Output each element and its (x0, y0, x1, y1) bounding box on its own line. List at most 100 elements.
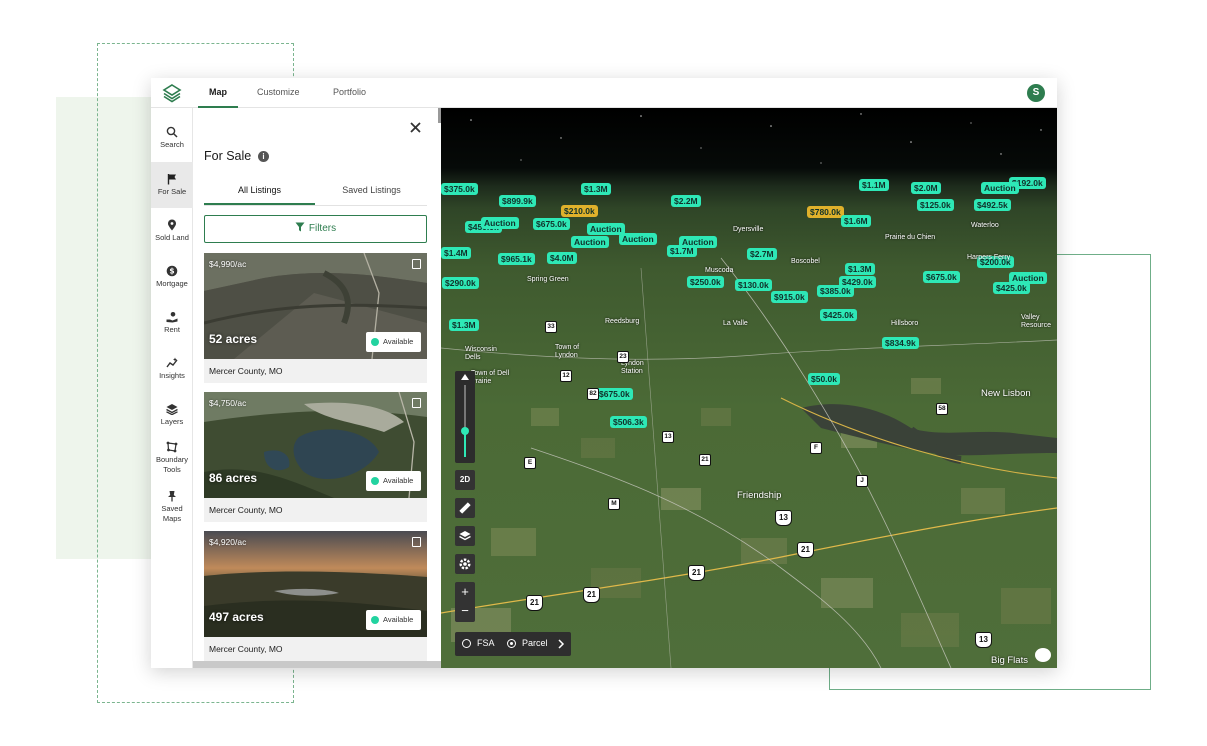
price-tag[interactable]: $1.4M (441, 247, 471, 259)
listing-acres: 86 acres (209, 471, 258, 485)
price-tag[interactable]: $210.0k (561, 205, 598, 217)
nav-item-label: Search (160, 140, 184, 149)
parcel-label: Parcel (522, 638, 548, 648)
nav-item-label: Boundary Tools (155, 455, 189, 474)
price-tag[interactable]: $1.3M (449, 319, 479, 331)
nav-item-boundary-tools[interactable]: Boundary Tools (151, 441, 193, 475)
measure-button[interactable] (455, 498, 475, 518)
base-layer-selector: FSA Parcel (455, 632, 571, 656)
close-panel-button[interactable] (409, 119, 422, 137)
view-mode-2d-button[interactable]: 2D (455, 470, 475, 490)
chat-bubble-icon[interactable] (1035, 648, 1051, 662)
price-tag[interactable]: $675.0k (923, 271, 960, 283)
price-tag[interactable]: $2.2M (671, 195, 701, 207)
auction-tag[interactable]: Auction (679, 236, 717, 248)
user-avatar[interactable]: S (1027, 84, 1045, 102)
auction-tag[interactable]: Auction (981, 182, 1019, 194)
filters-button[interactable]: Filters (204, 215, 427, 243)
price-tag[interactable]: $965.1k (498, 253, 535, 265)
tab-portfolio[interactable]: Portfolio (333, 78, 366, 108)
top-bar: Map Customize Portfolio S (151, 78, 1057, 108)
price-tag[interactable]: $1.3M (845, 263, 875, 275)
price-tag[interactable]: $2.0M (911, 182, 941, 194)
flag-icon (167, 174, 176, 185)
nav-item-sold-land[interactable]: Sold Land (151, 219, 193, 242)
filters-label: Filters (308, 223, 337, 234)
town-label: Spring Green (527, 276, 569, 283)
town-label: La Valle (723, 320, 748, 327)
status-label: Available (383, 337, 414, 346)
nav-item-rent[interactable]: Rent (151, 311, 193, 334)
price-tag[interactable]: $2.7M (747, 248, 777, 260)
nav-item-label: Mortgage (156, 279, 188, 288)
nav-item-insights[interactable]: Insights (151, 357, 193, 380)
price-tag[interactable]: $290.0k (442, 277, 479, 289)
price-tag[interactable]: $385.0k (817, 285, 854, 297)
save-listing-icon[interactable] (412, 259, 421, 269)
tilt-slider-track (461, 374, 469, 457)
panel-title: For Sale (204, 149, 252, 163)
route-shield: J (856, 475, 868, 487)
price-tag[interactable]: $834.9k (882, 337, 919, 349)
price-tag[interactable]: $375.0k (441, 183, 478, 195)
map-view[interactable]: $375.0k $1.3M $1.1M $2.0M $192.0k $899.9… (441, 108, 1057, 668)
route-shield: 21 (526, 595, 543, 611)
town-label: Town of Dell Prairie (471, 370, 510, 385)
price-tag[interactable]: $492.5k (974, 199, 1011, 211)
price-tag[interactable]: $1.6M (841, 215, 871, 227)
auction-tag[interactable]: Auction (481, 217, 519, 229)
auction-tag[interactable]: Auction (1009, 272, 1047, 284)
price-tag[interactable]: $125.0k (917, 199, 954, 211)
auction-tag[interactable]: Auction (619, 233, 657, 245)
town-label: Muscoda (705, 267, 734, 274)
tab-all-listings[interactable]: All Listings (204, 184, 315, 205)
nav-item-for-sale[interactable]: For Sale (151, 162, 193, 208)
price-tag[interactable]: $915.0k (771, 291, 808, 303)
price-tag[interactable]: $130.0k (735, 279, 772, 291)
tab-map[interactable]: Map (198, 78, 238, 108)
price-tag[interactable]: $1.3M (581, 183, 611, 195)
listing-photo: $4,920/ac 497 acres Available (204, 531, 427, 637)
map-layers-button[interactable] (455, 526, 475, 546)
auction-tag[interactable]: Auction (571, 236, 609, 248)
price-tag[interactable]: $4.0M (547, 252, 577, 264)
tab-customize[interactable]: Customize (257, 78, 300, 108)
tab-saved-listings[interactable]: Saved Listings (316, 184, 427, 205)
nav-item-layers[interactable]: Layers (151, 403, 193, 426)
price-tag[interactable]: $899.9k (499, 195, 536, 207)
listing-card[interactable]: $4,990/ac 52 acres Available Mercer Coun… (204, 253, 427, 383)
price-tag[interactable]: $675.0k (596, 388, 633, 400)
price-tag[interactable]: $1.1M (859, 179, 889, 191)
town-label: Wisconsin Dells (465, 346, 497, 361)
nav-item-mortgage[interactable]: $ Mortgage (151, 265, 193, 288)
save-listing-icon[interactable] (412, 398, 421, 408)
zoom-out-button[interactable]: − (455, 602, 475, 622)
parcel-radio[interactable] (507, 639, 516, 648)
town-label: Prairie du Chien (885, 234, 936, 241)
zoom-in-button[interactable]: + (455, 582, 475, 602)
chevron-right-icon[interactable] (557, 639, 565, 649)
route-shield: M (608, 498, 620, 510)
nav-item-saved-maps[interactable]: Saved Maps (151, 490, 193, 524)
search-icon (166, 126, 178, 138)
listing-price: $4,750/ac (209, 398, 247, 408)
price-tag[interactable]: $50.0k (808, 373, 840, 385)
fsa-radio[interactable] (462, 639, 471, 648)
price-tag[interactable]: $250.0k (687, 276, 724, 288)
price-tag[interactable]: $780.0k (807, 206, 844, 218)
save-listing-icon[interactable] (412, 537, 421, 547)
price-tag[interactable]: $506.3k (610, 416, 647, 428)
listing-card[interactable]: $4,750/ac 86 acres Available Mercer Coun… (204, 392, 427, 522)
route-shield: 21 (797, 542, 814, 558)
price-tag[interactable]: $675.0k (533, 218, 570, 230)
svg-text:$: $ (169, 267, 174, 276)
auction-tag[interactable]: Auction (587, 223, 625, 235)
price-tag[interactable]: $425.0k (820, 309, 857, 321)
map-settings-button[interactable] (455, 554, 475, 574)
hand-coin-icon (166, 312, 178, 323)
info-icon[interactable]: i (258, 151, 269, 162)
tilt-slider[interactable] (455, 371, 475, 463)
listing-card[interactable]: $4,920/ac 497 acres Available Mercer Cou… (204, 531, 427, 661)
nav-item-search[interactable]: Search (151, 126, 193, 149)
app-logo-icon[interactable] (162, 83, 182, 103)
